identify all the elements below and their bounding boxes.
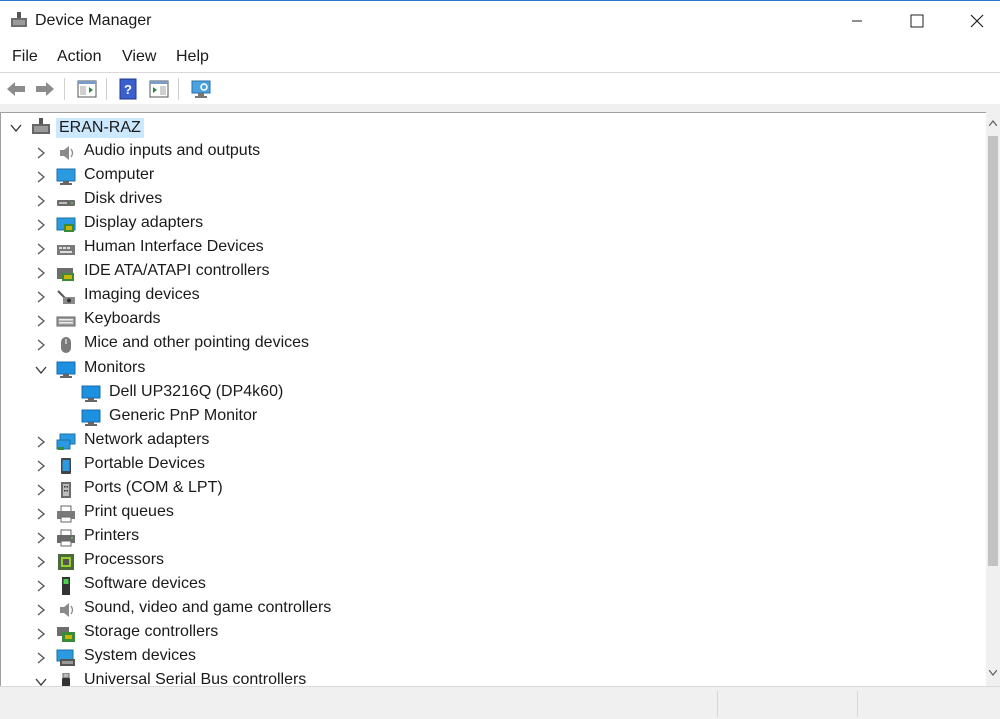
tree-category-item[interactable]: Storage controllers	[84, 623, 218, 641]
help-icon[interactable]: ?	[117, 78, 139, 100]
expand-chevron-icon[interactable]	[35, 604, 47, 616]
tree-category-item[interactable]: Computer	[84, 166, 154, 184]
monitor-icon	[81, 409, 101, 426]
system-device-icon	[56, 649, 75, 666]
status-bar	[0, 686, 1000, 719]
tree-category-item[interactable]: System devices	[84, 647, 196, 665]
monitor-icon	[56, 361, 76, 378]
console-tree-icon[interactable]	[76, 78, 98, 100]
tree-category-item[interactable]: Monitors	[84, 359, 145, 377]
expand-chevron-icon[interactable]	[35, 580, 47, 592]
software-device-icon	[62, 577, 70, 595]
mouse-icon	[61, 337, 71, 353]
scan-hardware-icon[interactable]	[190, 78, 212, 100]
tree-device-item[interactable]: Dell UP3216Q (DP4k60)	[109, 383, 283, 401]
network-adapter-icon	[56, 433, 76, 450]
disk-drive-icon	[57, 200, 75, 206]
back-arrow-icon[interactable]	[5, 78, 27, 100]
expand-chevron-icon[interactable]	[35, 171, 47, 183]
expand-chevron-icon[interactable]	[35, 339, 47, 351]
keyboard-icon	[56, 316, 76, 327]
toolbar: ?	[0, 72, 1000, 105]
storage-controller-icon	[57, 627, 75, 642]
close-icon	[970, 14, 984, 28]
expand-chevron-icon[interactable]	[35, 532, 47, 544]
tree-root-label[interactable]: ERAN-RAZ	[56, 118, 144, 138]
window-title: Device Manager	[35, 12, 152, 29]
expand-chevron-icon[interactable]	[35, 460, 47, 472]
expand-chevron-icon[interactable]	[35, 652, 47, 664]
tree-category-item[interactable]: Printers	[84, 527, 139, 545]
maximize-button[interactable]	[894, 1, 940, 41]
expand-chevron-icon[interactable]	[35, 508, 47, 520]
tree-category-item[interactable]: Keyboards	[84, 310, 161, 328]
minimize-button[interactable]	[834, 1, 880, 41]
device-manager-icon	[11, 12, 27, 27]
expand-chevron-icon[interactable]	[35, 484, 47, 496]
tree-category-item[interactable]: Print queues	[84, 503, 174, 521]
printer-icon	[57, 529, 75, 547]
menu-view[interactable]: View	[122, 48, 156, 66]
menu-file[interactable]: File	[12, 48, 38, 66]
collapse-chevron-icon[interactable]	[35, 676, 47, 686]
tree-category-item[interactable]: Display adapters	[84, 214, 203, 232]
forward-arrow-icon[interactable]	[34, 78, 56, 100]
tree-category-item[interactable]: Audio inputs and outputs	[84, 142, 260, 160]
expand-chevron-icon[interactable]	[35, 315, 47, 327]
properties-icon[interactable]	[148, 78, 170, 100]
scrollbar-thumb[interactable]	[988, 136, 998, 566]
tree-category-item[interactable]: Processors	[84, 551, 164, 569]
menu-bar: File Action View Help	[0, 42, 1000, 72]
device-tree[interactable]: ERAN-RAZ Audio inputs and outputs Compute…	[0, 112, 986, 686]
port-icon	[61, 482, 71, 498]
sound-icon	[60, 603, 74, 617]
tree-category-item[interactable]: Human Interface Devices	[84, 238, 264, 256]
close-button[interactable]	[954, 1, 1000, 41]
camera-icon	[57, 290, 75, 304]
tree-category-item[interactable]: Network adapters	[84, 431, 209, 449]
print-queue-icon	[57, 505, 75, 523]
tree-category-item[interactable]: Sound, video and game controllers	[84, 599, 331, 617]
svg-text:?: ?	[124, 82, 132, 97]
speaker-icon	[60, 146, 74, 160]
processor-icon	[58, 554, 74, 570]
expand-chevron-icon[interactable]	[35, 556, 47, 568]
monitor-icon	[81, 385, 101, 402]
expand-chevron-icon[interactable]	[35, 628, 47, 640]
scroll-down-icon[interactable]	[989, 670, 997, 676]
title-bar: Device Manager	[0, 0, 1000, 42]
expand-chevron-icon[interactable]	[35, 291, 47, 303]
menu-action[interactable]: Action	[57, 48, 101, 66]
tree-category-item[interactable]: Ports (COM & LPT)	[84, 479, 223, 497]
tree-category-item[interactable]: Imaging devices	[84, 286, 200, 304]
tree-device-item[interactable]: Generic PnP Monitor	[109, 407, 257, 425]
vertical-scrollbar[interactable]	[986, 112, 1000, 686]
tree-category-item[interactable]: Software devices	[84, 575, 206, 593]
tree-category-item[interactable]: Disk drives	[84, 190, 162, 208]
computer-icon	[56, 168, 76, 185]
collapse-chevron-icon[interactable]	[10, 122, 22, 134]
minimize-icon	[852, 20, 862, 22]
maximize-icon	[910, 14, 924, 28]
expand-chevron-icon[interactable]	[35, 267, 47, 279]
expand-chevron-icon[interactable]	[35, 147, 47, 159]
portable-device-icon	[61, 458, 71, 474]
toolbar-gap	[0, 104, 1000, 112]
usb-icon	[62, 673, 70, 686]
display-adapter-icon	[56, 217, 76, 232]
collapse-chevron-icon[interactable]	[35, 364, 47, 376]
expand-chevron-icon[interactable]	[35, 436, 47, 448]
tree-category-item[interactable]: Mice and other pointing devices	[84, 334, 309, 352]
scroll-up-icon[interactable]	[989, 120, 997, 126]
tree-category-item[interactable]: Universal Serial Bus controllers	[84, 671, 306, 686]
ide-controller-icon	[57, 268, 74, 281]
tree-category-item[interactable]: Portable Devices	[84, 455, 205, 473]
tree-category-item[interactable]: IDE ATA/ATAPI controllers	[84, 262, 270, 280]
expand-chevron-icon[interactable]	[35, 195, 47, 207]
menu-help[interactable]: Help	[176, 48, 209, 66]
computer-root-icon	[32, 118, 50, 134]
expand-chevron-icon[interactable]	[35, 243, 47, 255]
expand-chevron-icon[interactable]	[35, 219, 47, 231]
hid-icon	[57, 245, 75, 255]
